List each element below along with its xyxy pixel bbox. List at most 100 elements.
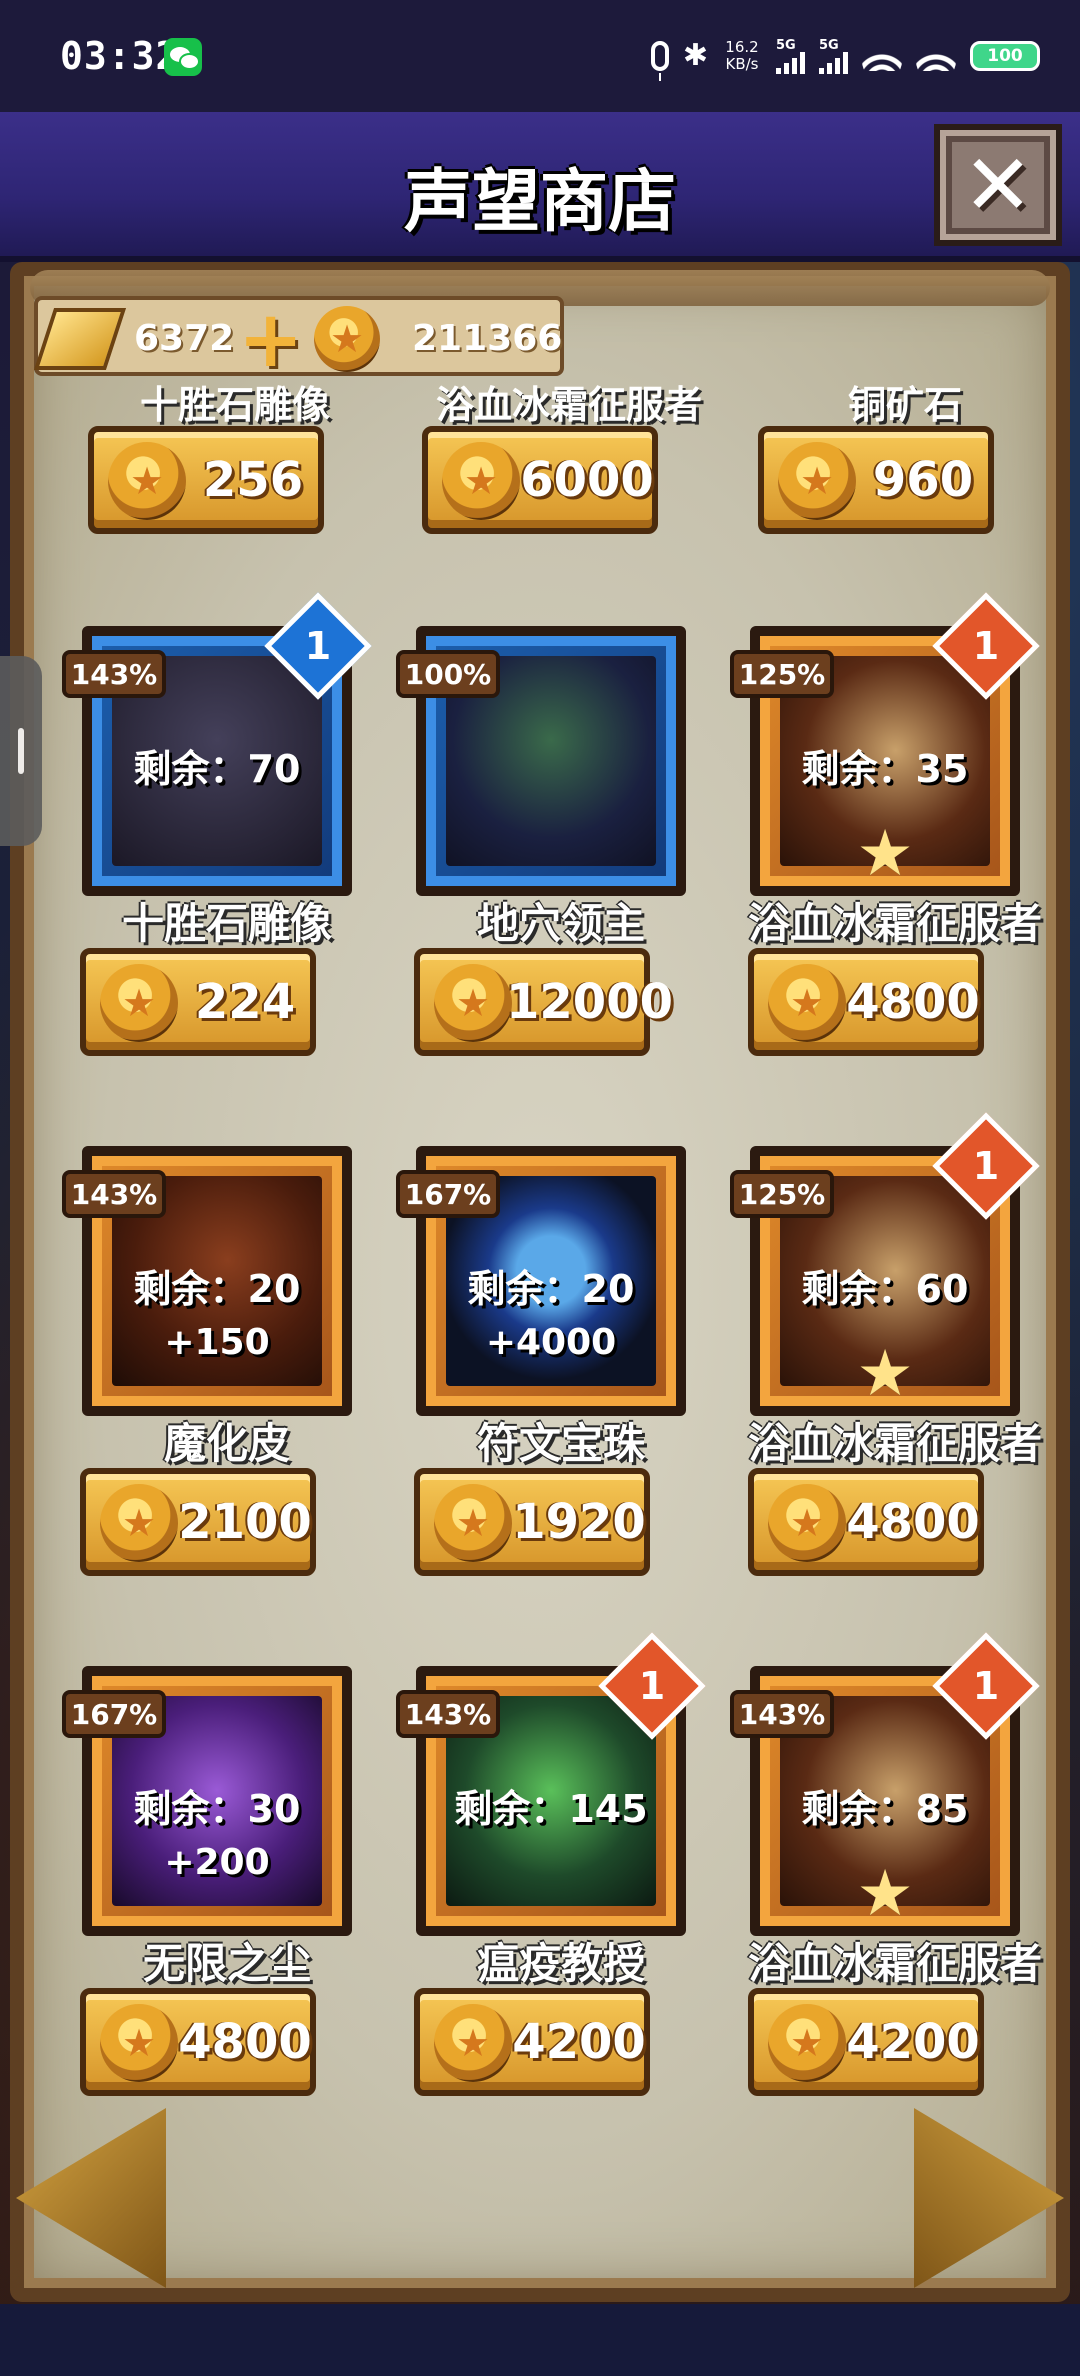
count-value: 1 (304, 624, 332, 668)
sim2-signal-icon: 5G (819, 39, 848, 74)
price-button[interactable]: 4800 (748, 948, 984, 1056)
currency-bar: 6372 + 211366 (33, 296, 564, 379)
shop-item-partial: 铜矿石 960 (740, 370, 1070, 540)
item-name: 浴血冰霜征服者 (747, 1939, 1042, 1988)
price-value: 2100 (178, 1494, 312, 1550)
price-button[interactable]: 256 (88, 426, 324, 534)
status-bar: 03:32 ✱ 16.2 KB/s 5G 5G 100 (0, 0, 1080, 112)
count-value: 1 (638, 1664, 666, 1708)
item-name: 浴血冰霜征服者 (435, 383, 702, 427)
gold-amount: 6372 (134, 318, 235, 359)
item-name: 瘟疫教授 (476, 1939, 645, 1988)
coin-amount: 211366 (412, 318, 563, 359)
shop-item[interactable]: 143% 1 剩余：145 瘟疫教授 4200 (396, 1632, 726, 2096)
price-button[interactable]: 4200 (748, 1988, 984, 2096)
item-name: 符文宝珠 (476, 1419, 645, 1468)
status-icons: ✱ 16.2 KB/s 5G 5G 100 (650, 34, 1040, 81)
network-speed-value: 16.2 (725, 38, 759, 56)
price-value: 4800 (178, 2014, 312, 2070)
bonus-percent-badge: 125% (730, 650, 834, 698)
price-value: 4800 (846, 974, 980, 1030)
item-name: 浴血冰霜征服者 (747, 899, 1042, 948)
coin-icon (434, 964, 512, 1042)
wifi-icon (862, 41, 902, 71)
shop-header: 声望商店 ✕ (0, 112, 1080, 262)
bonus-percent-badge: 143% (396, 1690, 500, 1738)
item-name: 无限之尘 (142, 1939, 311, 1988)
remaining-stock: 剩余：20 (133, 1267, 301, 1311)
coin-icon (100, 2004, 178, 2082)
coin-icon (100, 1484, 178, 1562)
shop-item[interactable]: 143% 剩余：20 +150 魔化皮 2100 (62, 1146, 392, 1576)
remaining-stock: 剩余：85 (801, 1787, 969, 1831)
add-currency-button[interactable]: + (238, 301, 303, 379)
price-button[interactable]: 12000 (414, 948, 673, 1056)
price-value: 6000 (520, 452, 654, 508)
bottom-bar (0, 2304, 1080, 2376)
price-button[interactable]: 224 (80, 948, 316, 1056)
coin-icon (314, 306, 380, 372)
coin-icon (434, 2004, 512, 2082)
shop-item[interactable]: 167% 剩余：20 +4000 符文宝珠 1920 (396, 1146, 726, 1576)
shop-item-partial: 十胜石雕像 256 (70, 370, 400, 540)
bonus-amount: +200 (164, 1842, 270, 1883)
coin-icon (778, 442, 856, 520)
price-value: 256 (202, 452, 304, 508)
shop-item[interactable]: 100% 地穴领主 12000 (396, 626, 726, 1056)
price-button[interactable]: 4800 (80, 1988, 316, 2096)
battery-icon: 100 (970, 41, 1040, 71)
bonus-percent-badge: 167% (62, 1690, 166, 1738)
shop-item[interactable]: 167% 剩余：30 +200 无限之尘 4800 (62, 1666, 392, 2096)
microphone-icon (650, 41, 669, 81)
star-icon: ★ (856, 817, 914, 891)
price-button[interactable]: 6000 (422, 426, 658, 534)
item-name: 地穴领主 (476, 899, 645, 948)
price-value: 4800 (846, 1494, 980, 1550)
remaining-stock: 剩余：70 (133, 747, 301, 791)
star-icon: ★ (856, 1857, 914, 1931)
shop-item[interactable]: 125% 1 剩余：35 ★ 浴血冰霜征服者 4800 (730, 592, 1060, 1056)
sim1-label: 5G (776, 37, 796, 53)
network-speed-unit: KB/s (725, 55, 759, 73)
star-icon: ★ (856, 1337, 914, 1411)
sim1-signal-icon: 5G (776, 39, 805, 74)
bonus-percent-badge: 167% (396, 1170, 500, 1218)
clock: 03:32 (60, 34, 180, 78)
coin-icon (768, 964, 846, 1042)
price-button[interactable]: 4200 (414, 1988, 650, 2096)
price-value: 4200 (846, 2014, 980, 2070)
price-button[interactable]: 1920 (414, 1468, 650, 1576)
count-value: 1 (972, 1144, 1000, 1188)
item-name: 浴血冰霜征服者 (747, 1419, 1042, 1468)
bonus-percent-badge: 125% (730, 1170, 834, 1218)
shop-item-partial: 浴血冰霜征服者 6000 (404, 370, 734, 540)
bonus-amount: +4000 (485, 1322, 617, 1363)
sim2-label: 5G (819, 37, 839, 53)
shop-item[interactable]: 143% 1 剩余：70 十胜石雕像 224 (62, 592, 392, 1056)
remaining-stock: 剩余：145 (454, 1787, 648, 1831)
price-button[interactable]: 2100 (80, 1468, 316, 1576)
item-name: 魔化皮 (163, 1419, 290, 1468)
coin-icon (768, 2004, 846, 2082)
coin-icon (100, 964, 178, 1042)
item-name: 铜矿石 (847, 383, 962, 427)
price-value: 12000 (506, 974, 673, 1030)
price-button[interactable]: 960 (758, 426, 994, 534)
shop-item[interactable]: 143% 1 剩余：85 ★ 浴血冰霜征服者 4200 (730, 1632, 1060, 2096)
remaining-stock: 剩余：20 (467, 1267, 635, 1311)
coin-icon (434, 1484, 512, 1562)
bonus-percent-badge: 143% (62, 650, 166, 698)
item-name: 十胜石雕像 (139, 383, 330, 427)
close-button[interactable]: ✕ (934, 124, 1062, 246)
bonus-percent-badge: 143% (62, 1170, 166, 1218)
remaining-stock: 剩余：30 (133, 1787, 301, 1831)
side-drawer-handle[interactable] (0, 656, 42, 846)
item-name: 十胜石雕像 (121, 899, 332, 948)
count-value: 1 (972, 1664, 1000, 1708)
shop-item[interactable]: 125% 1 剩余：60 ★ 浴血冰霜征服者 4800 (730, 1112, 1060, 1576)
price-button[interactable]: 4800 (748, 1468, 984, 1576)
bonus-amount: +150 (164, 1322, 270, 1363)
price-value: 1920 (512, 1494, 646, 1550)
bluetooth-icon: ✱ (682, 38, 708, 73)
wifi-icon-2 (916, 41, 956, 71)
